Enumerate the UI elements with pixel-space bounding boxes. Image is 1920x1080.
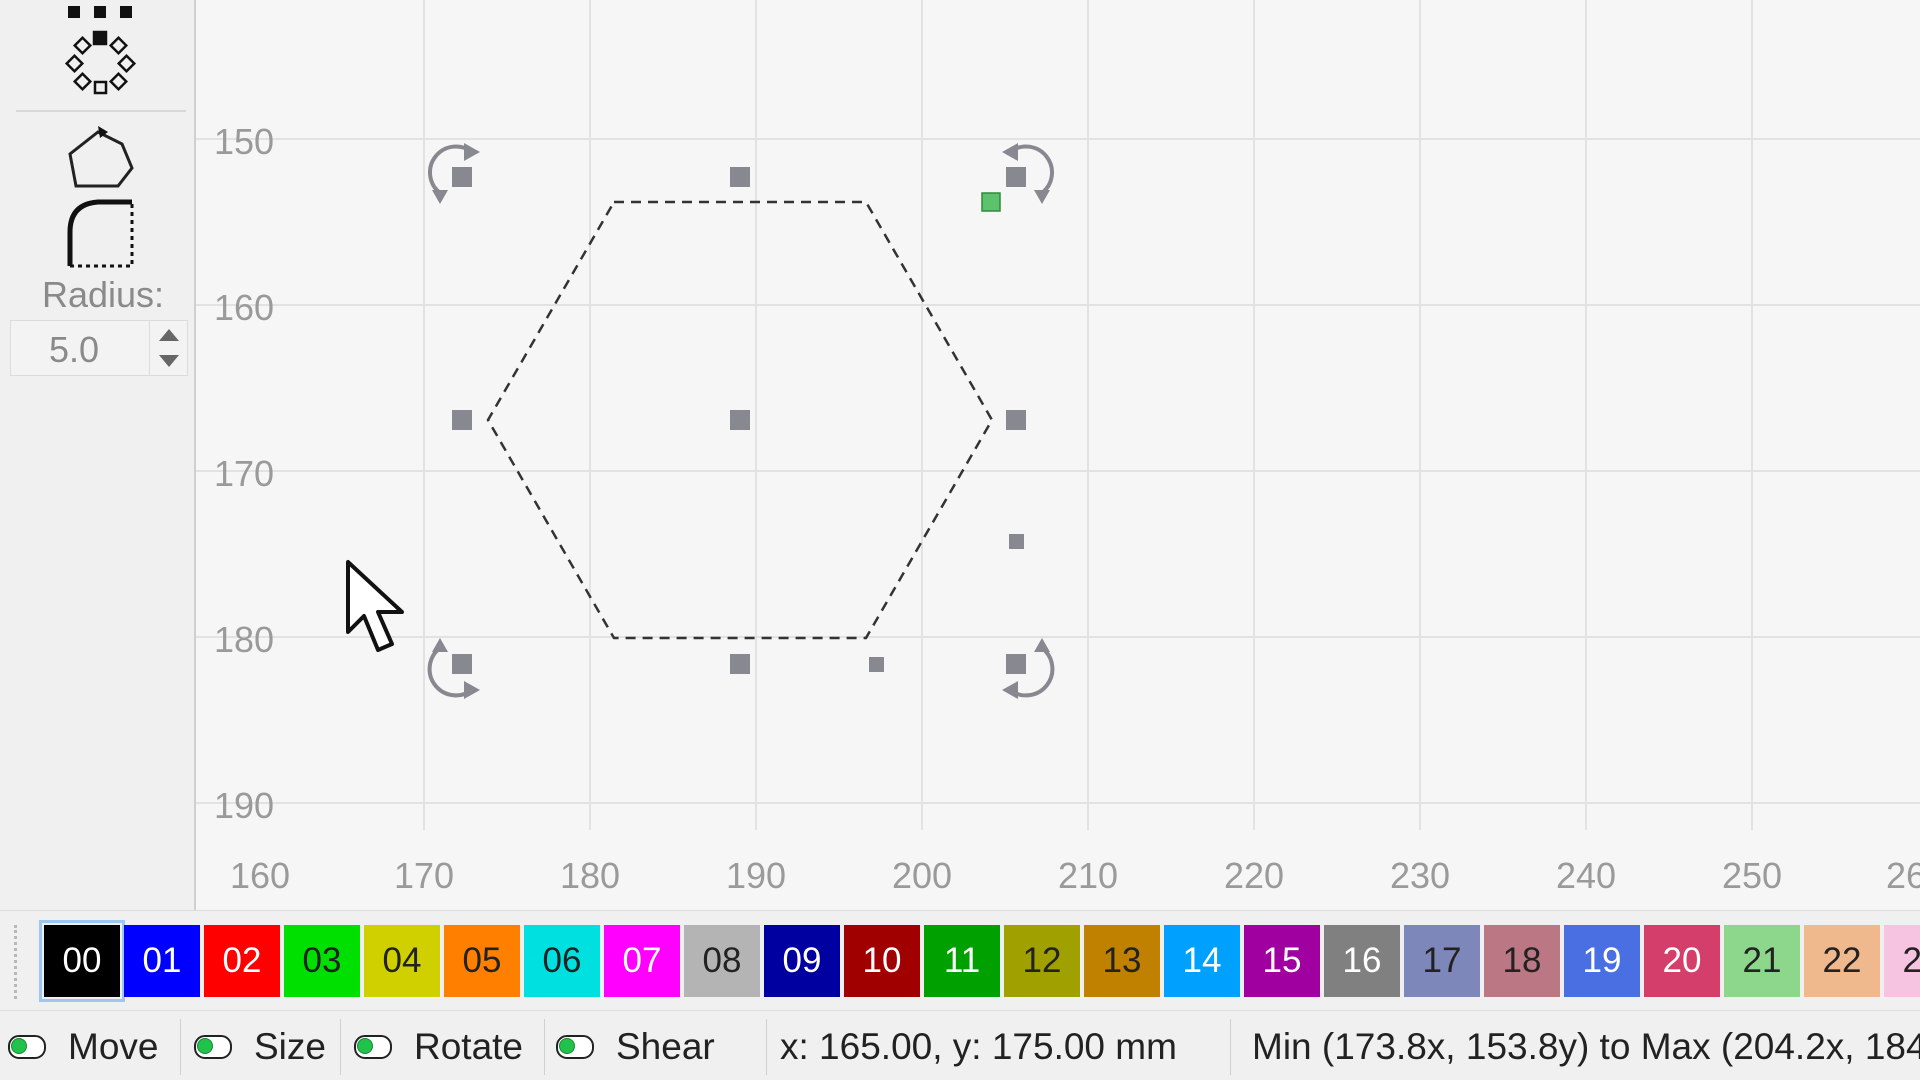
shear-toggle-label: Shear	[616, 1026, 715, 1067]
rotate-arrow-icon	[432, 638, 448, 652]
scale-handle-right[interactable]	[1006, 410, 1026, 430]
scale-handle-top-right[interactable]	[1006, 167, 1026, 187]
x-tick-label: 170	[394, 855, 454, 896]
x-tick-label: 180	[560, 855, 620, 896]
app-window: Radius: 5.0 150 160 170 180 190 160 170 …	[0, 0, 1920, 1080]
y-tick-label: 170	[214, 453, 274, 494]
toggle-switch-icon[interactable]	[8, 1035, 46, 1059]
x-tick-label: 200	[892, 855, 952, 896]
color-swatch-22[interactable]: 22	[1804, 925, 1880, 997]
x-tick-label: 250	[1722, 855, 1782, 896]
selection-bounds: Min (173.8x, 153.8y) to Max (204.2x, 184…	[1252, 1026, 1920, 1067]
x-tick-label: 26	[1886, 855, 1920, 896]
toggle-switch-icon[interactable]	[556, 1035, 594, 1059]
color-swatch-02[interactable]: 02	[204, 925, 280, 997]
x-tick-label: 240	[1556, 855, 1616, 896]
color-swatch-14[interactable]: 14	[1164, 925, 1240, 997]
panel-separator	[16, 110, 186, 112]
scale-handle-left[interactable]	[452, 410, 472, 430]
color-palette: 00 01 02 03 04 05 06 07 08 09 10 11 12 13 14 15 16 17 18 19…	[0, 910, 1920, 1011]
canvas-view[interactable]: 150 160 170 180 190 160 170 180 190 200 …	[196, 0, 1920, 910]
color-swatch-15[interactable]: 15	[1244, 925, 1320, 997]
rotate-arrow-icon	[1002, 681, 1018, 699]
radius-label: Radius:	[41, 274, 165, 315]
y-tick-label: 150	[214, 121, 274, 162]
rotate-arrow-icon	[1002, 143, 1018, 161]
status-separator	[1230, 1019, 1231, 1075]
active-node-handle[interactable]	[981, 192, 1001, 212]
scale-handle-top[interactable]	[730, 167, 750, 187]
x-tick-label: 190	[726, 855, 786, 896]
status-separator	[766, 1019, 767, 1075]
round-corner-icon[interactable]	[62, 196, 142, 270]
color-swatch-17[interactable]: 17	[1404, 925, 1480, 997]
drawing-canvas[interactable]: 150 160 170 180 190 160 170 180 190 200 …	[196, 0, 1920, 910]
radius-spin-buttons[interactable]	[149, 321, 188, 375]
shear-handle-right[interactable]	[1009, 534, 1024, 549]
radius-value[interactable]: 5.0	[49, 329, 99, 371]
color-swatch-08[interactable]: 08	[684, 925, 760, 997]
rotate-arrow-icon	[432, 190, 448, 204]
rotate-arrow-icon	[464, 143, 480, 161]
status-separator	[340, 1019, 341, 1075]
center-handle[interactable]	[730, 410, 750, 430]
size-toggle-label: Size	[254, 1026, 326, 1067]
size-toggle[interactable]: Size	[194, 1025, 326, 1069]
status-separator	[180, 1019, 181, 1075]
color-swatch-01[interactable]: 01	[124, 925, 200, 997]
color-swatch-23[interactable]: 23	[1884, 925, 1920, 997]
scale-handle-bottom-left[interactable]	[452, 654, 472, 674]
y-tick-label: 160	[214, 287, 274, 328]
rotate-arrow-icon	[1034, 190, 1050, 204]
spin-up-icon	[159, 329, 179, 341]
status-bar: Move Size Rotate Shear x: 165.00, y: 175…	[0, 1010, 1920, 1080]
color-swatch-04[interactable]: 04	[364, 925, 440, 997]
scale-handle-top-left[interactable]	[452, 167, 472, 187]
radius-spinbox[interactable]: 5.0	[10, 320, 188, 376]
node-select-icon[interactable]	[60, 0, 140, 100]
shear-toggle[interactable]: Shear	[556, 1025, 715, 1069]
spin-down-icon	[159, 355, 179, 367]
color-swatch-18[interactable]: 18	[1484, 925, 1560, 997]
toggle-switch-icon[interactable]	[194, 1035, 232, 1059]
color-swatch-16[interactable]: 16	[1324, 925, 1400, 997]
tool-panel: Radius: 5.0	[0, 0, 196, 910]
x-tick-label: 230	[1390, 855, 1450, 896]
color-swatch-10[interactable]: 10	[844, 925, 920, 997]
color-swatch-13[interactable]: 13	[1084, 925, 1160, 997]
move-toggle-label: Move	[68, 1026, 159, 1067]
color-swatch-19[interactable]: 19	[1564, 925, 1640, 997]
x-tick-label: 220	[1224, 855, 1284, 896]
rotate-arrow-icon	[1034, 638, 1050, 652]
y-tick-label: 190	[214, 785, 274, 826]
rotate-toggle-label: Rotate	[414, 1026, 524, 1067]
color-swatch-00[interactable]: 00	[39, 920, 125, 1002]
color-swatch-06[interactable]: 06	[524, 925, 600, 997]
rotate-arrow-icon	[464, 681, 480, 699]
shear-handle-bottom[interactable]	[869, 657, 884, 672]
color-swatch-05[interactable]: 05	[444, 925, 520, 997]
x-tick-label: 210	[1058, 855, 1118, 896]
toggle-switch-icon[interactable]	[354, 1035, 392, 1059]
color-swatch-07[interactable]: 07	[604, 925, 680, 997]
scale-handle-bottom[interactable]	[730, 654, 750, 674]
color-swatch-12[interactable]: 12	[1004, 925, 1080, 997]
color-swatch-09[interactable]: 09	[764, 925, 840, 997]
move-toggle[interactable]: Move	[8, 1025, 158, 1069]
color-swatch-20[interactable]: 20	[1644, 925, 1720, 997]
rotate-toggle[interactable]: Rotate	[354, 1025, 523, 1069]
color-swatch-03[interactable]: 03	[284, 925, 360, 997]
scale-handle-bottom-right[interactable]	[1006, 654, 1026, 674]
polygon-icon[interactable]	[62, 124, 142, 194]
cursor-position: x: 165.00, y: 175.00 mm	[780, 1026, 1177, 1067]
x-tick-label: 160	[230, 855, 290, 896]
toolbar-grip[interactable]	[14, 925, 21, 999]
y-tick-label: 180	[214, 619, 274, 660]
color-swatch-21[interactable]: 21	[1724, 925, 1800, 997]
color-swatch-11[interactable]: 11	[924, 925, 1000, 997]
status-separator	[544, 1019, 545, 1075]
